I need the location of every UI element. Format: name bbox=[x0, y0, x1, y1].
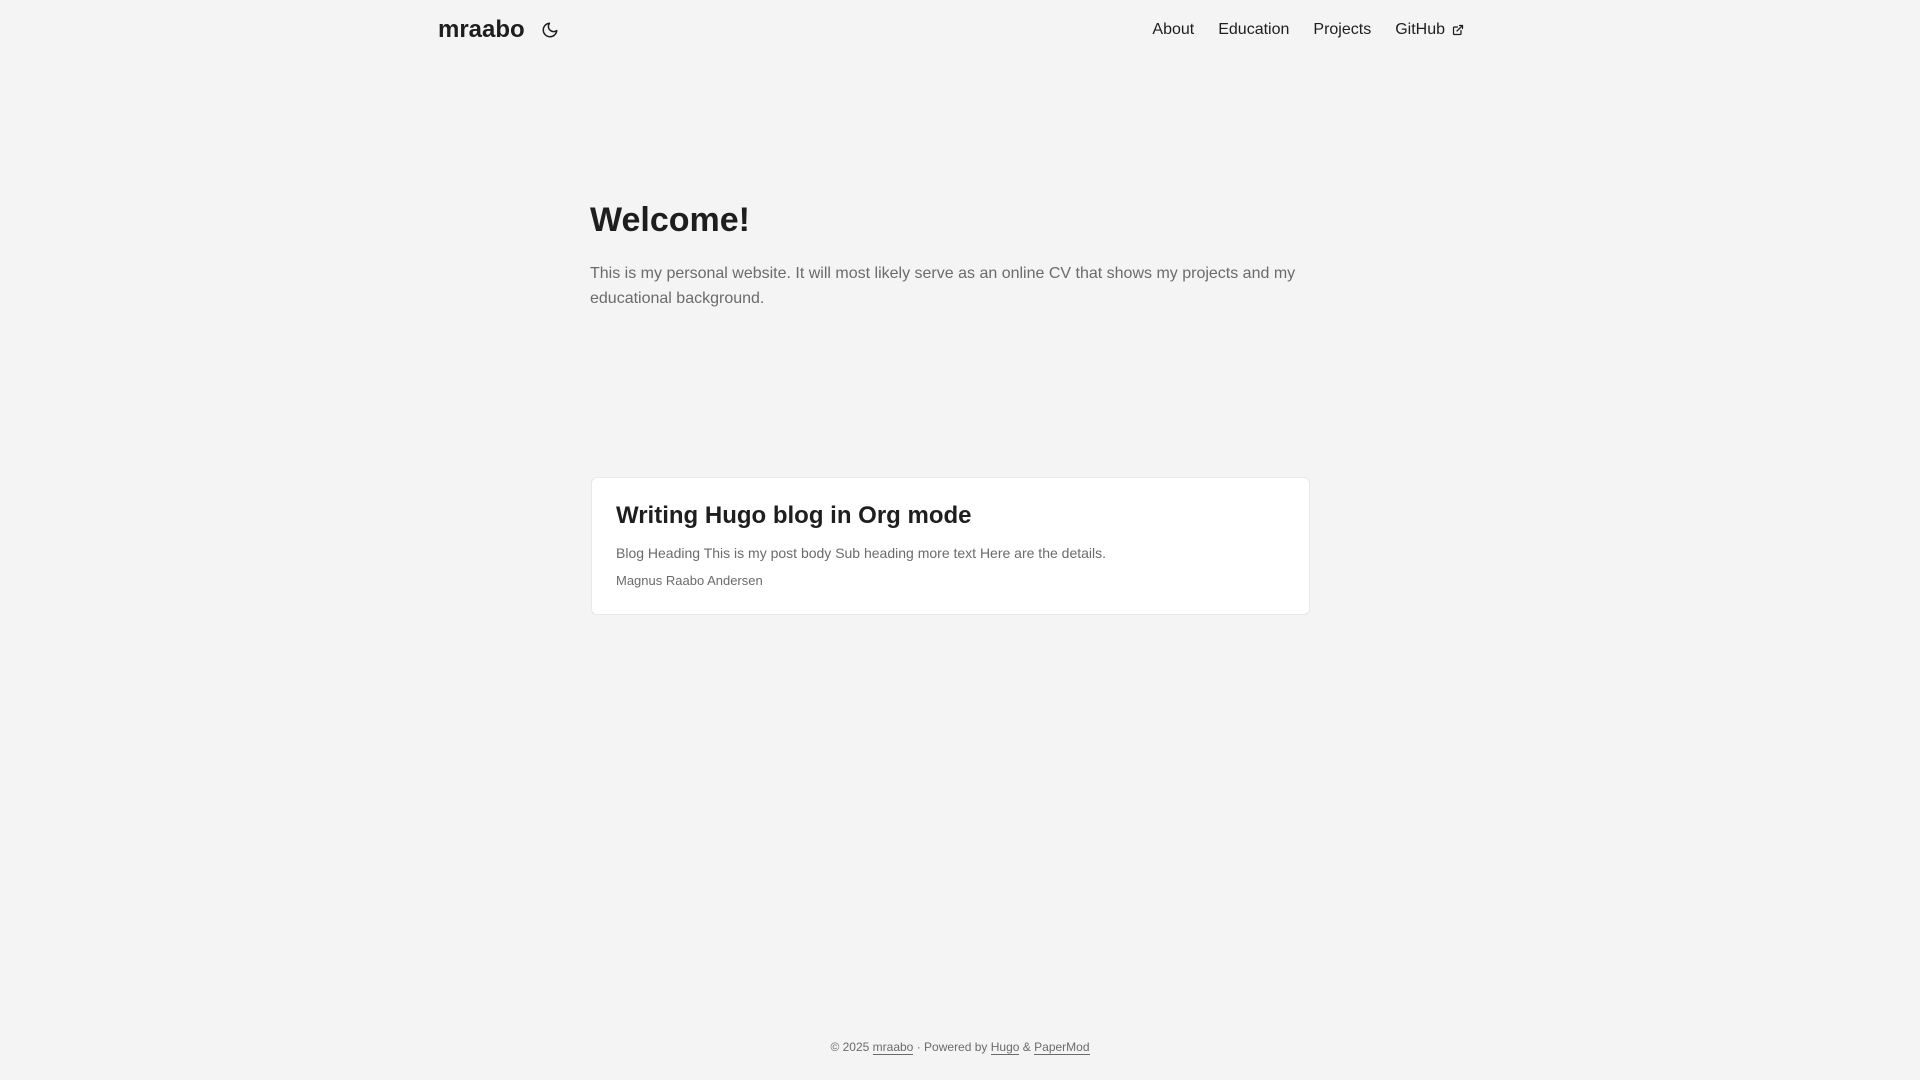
logo-group: mraabo bbox=[438, 16, 561, 44]
post-title: Writing Hugo blog in Org mode bbox=[616, 502, 972, 529]
menu-item-github[interactable]: GitHub bbox=[1395, 21, 1464, 39]
post-card[interactable]: Writing Hugo blog in Org mode Blog Headi… bbox=[591, 477, 1310, 615]
footer-site-link[interactable]: mraabo bbox=[872, 1040, 914, 1055]
footer-papermod-link[interactable]: PaperMod bbox=[1034, 1040, 1090, 1055]
menu-item-label: Projects bbox=[1313, 21, 1372, 38]
page-title: Welcome! bbox=[590, 201, 750, 239]
external-link-icon bbox=[1452, 24, 1464, 36]
footer-hugo-link[interactable]: Hugo bbox=[990, 1040, 1020, 1055]
site-header: mraabo About Education Projects GitHub bbox=[438, 0, 1464, 60]
copyright-text: © 2025 bbox=[830, 1040, 870, 1054]
footer-ampersand: & bbox=[1022, 1040, 1031, 1054]
intro-text: This is my personal website. It will mos… bbox=[590, 264, 1296, 307]
menu-item-label: GitHub bbox=[1395, 21, 1445, 38]
site-footer: © 2025 mraabo · Powered by Hugo & PaperM… bbox=[0, 1040, 1920, 1055]
powered-by-text: Powered by bbox=[924, 1040, 988, 1054]
home-info: Welcome! This is my personal website. It… bbox=[590, 200, 1310, 311]
menu-item-projects[interactable]: Projects bbox=[1313, 21, 1371, 39]
menu-item-label: About bbox=[1152, 21, 1195, 38]
menu-item-about[interactable]: About bbox=[1152, 21, 1194, 39]
post-summary: Blog Heading This is my post body Sub he… bbox=[616, 544, 1107, 561]
moon-icon[interactable] bbox=[539, 19, 561, 41]
main-menu: About Education Projects GitHub bbox=[1152, 21, 1464, 39]
footer-separator: · bbox=[916, 1040, 921, 1054]
site-logo[interactable]: mraabo bbox=[438, 16, 525, 44]
post-author: Magnus Raabo Andersen bbox=[616, 572, 763, 588]
menu-item-label: Education bbox=[1218, 21, 1290, 38]
menu-item-education[interactable]: Education bbox=[1218, 21, 1289, 39]
